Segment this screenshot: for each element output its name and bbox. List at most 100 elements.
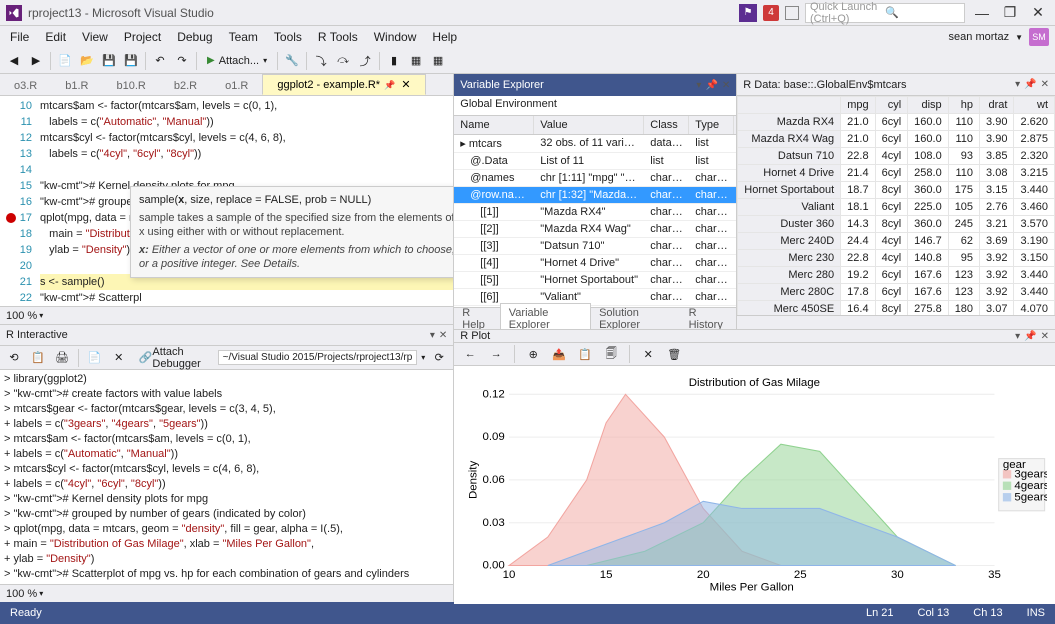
editor-gutter: 101112131415161718192021222324252627 — [0, 96, 40, 306]
quick-launch-input[interactable]: Quick Launch (Ctrl+Q) 🔍 — [805, 3, 965, 23]
editor-tab[interactable]: o3.R — [0, 77, 51, 95]
menu-help[interactable]: Help — [424, 28, 465, 46]
user-name[interactable]: sean mortaz — [949, 31, 1010, 43]
working-dir-combo[interactable]: ~/Visual Studio 2015/Projects/rproject13… — [218, 350, 418, 365]
scope-combo[interactable]: Global Environment — [454, 96, 736, 116]
table-row[interactable]: Hornet 4 Drive21.46cyl258.01103.083.215 — [738, 165, 1055, 182]
notification-flag-icon[interactable]: ⚑ — [739, 4, 757, 22]
nav-back-button[interactable]: ◀ — [4, 50, 24, 72]
editor-tab[interactable]: ggplot2 - example.R*📌✕ — [262, 74, 425, 95]
open-button[interactable]: 📂 — [77, 50, 97, 72]
varexp-row[interactable]: [[1]]"Mazda RX4"charactecharacte — [454, 204, 736, 221]
minimize-button[interactable]: — — [971, 3, 993, 23]
delete-icon[interactable]: ✕ — [638, 343, 658, 365]
editor-tab[interactable]: o1.R — [211, 77, 262, 95]
dropdown-icon[interactable]: ▾ — [696, 80, 701, 91]
tools-icon[interactable]: 🔧 — [282, 50, 302, 72]
reset-icon[interactable]: ⟲ — [4, 347, 24, 369]
step-into-icon[interactable]: ⤵ — [311, 50, 331, 72]
table-row[interactable]: Datsun 71022.84cyl108.0933.852.320 — [738, 148, 1055, 165]
dropdown-icon[interactable]: ▾ — [430, 330, 435, 341]
copy-icon[interactable]: 📋 — [575, 343, 595, 365]
pin-icon[interactable]: 📌 — [1024, 79, 1036, 90]
clear-icon[interactable]: 📋 — [28, 347, 48, 369]
close-icon[interactable]: ✕ — [1041, 79, 1049, 90]
varexp-row[interactable]: [[5]]"Hornet Sportabout"charactecharacte — [454, 272, 736, 289]
close-icon[interactable]: ✕ — [1041, 331, 1049, 342]
menu-team[interactable]: Team — [221, 28, 266, 46]
varexp-row[interactable]: [[4]]"Hornet 4 Drive"charactecharacte — [454, 255, 736, 272]
close-button[interactable]: ✕ — [1027, 3, 1049, 23]
table-row[interactable]: Duster 36014.38cyl360.02453.213.570 — [738, 216, 1055, 233]
table-row[interactable]: Merc 240D24.44cyl146.7623.693.190 — [738, 233, 1055, 250]
menu-edit[interactable]: Edit — [37, 28, 74, 46]
dropdown-icon[interactable]: ▾ — [1015, 331, 1020, 342]
bookmark-icon[interactable]: ▮ — [384, 50, 404, 72]
new-project-button[interactable]: 📄 — [55, 50, 75, 72]
nav-forward-icon[interactable]: → — [486, 343, 506, 365]
table-row[interactable]: Merc 28019.26cyl167.61233.923.440 — [738, 267, 1055, 284]
restore-button[interactable]: ❐ — [999, 3, 1021, 23]
source-icon[interactable]: 📄 — [85, 347, 105, 369]
varexp-row[interactable]: @nameschr [1:11] "mpg" "cyl" "disp"chara… — [454, 170, 736, 187]
svg-text:4gears: 4gears — [1015, 480, 1047, 492]
save-button[interactable]: 💾 — [99, 50, 119, 72]
varexp-row[interactable]: [[3]]"Datsun 710"charactecharacte — [454, 238, 736, 255]
zoom-icon[interactable]: ⊕ — [523, 343, 543, 365]
cancel-icon[interactable]: ✕ — [109, 347, 129, 369]
copy-bitmap-icon[interactable]: 🗐 — [601, 343, 621, 365]
menu-project[interactable]: Project — [116, 28, 169, 46]
editor-tab[interactable]: b2.R — [160, 77, 211, 95]
redo-button[interactable]: ↷ — [172, 50, 192, 72]
varexp-grid[interactable]: ▸ mtcars32 obs. of 11 variablesdata.fral… — [454, 135, 736, 307]
save-all-button[interactable]: 💾 — [121, 50, 141, 72]
pin-icon[interactable]: 📌 — [1024, 331, 1036, 342]
undo-button[interactable]: ↶ — [150, 50, 170, 72]
uncomment-icon[interactable]: ▦ — [428, 50, 448, 72]
attach-button[interactable]: ▶ Attach... ▾ — [201, 55, 273, 67]
export-icon[interactable]: 📤 — [549, 343, 569, 365]
nav-forward-button[interactable]: ▶ — [26, 50, 46, 72]
comment-icon[interactable]: ▦ — [406, 50, 426, 72]
editor-zoom[interactable]: 100 % ▾ — [0, 306, 453, 324]
nav-back-icon[interactable]: ← — [460, 343, 480, 365]
step-over-icon[interactable]: ⤼ — [333, 50, 353, 72]
clear-all-icon[interactable]: 🗑 — [664, 343, 684, 365]
code-editor[interactable]: 101112131415161718192021222324252627 mtc… — [0, 96, 453, 306]
user-avatar[interactable]: SM — [1029, 28, 1049, 46]
step-out-icon[interactable]: ⤴ — [355, 50, 375, 72]
menu-file[interactable]: File — [2, 28, 37, 46]
close-icon[interactable]: ✕ — [722, 80, 730, 91]
menu-r-tools[interactable]: R Tools — [310, 28, 366, 46]
data-grid[interactable]: mpgcyldisphpdratwtMazda RX421.06cyl160.0… — [737, 96, 1055, 315]
menu-view[interactable]: View — [74, 28, 116, 46]
varexp-row[interactable]: [[2]]"Mazda RX4 Wag"charactecharacte — [454, 221, 736, 238]
attach-debugger-button[interactable]: 🔗 Attach Debugger — [133, 347, 214, 369]
menu-window[interactable]: Window — [366, 28, 425, 46]
table-row[interactable]: Mazda RX421.06cyl160.01103.902.620 — [738, 114, 1055, 131]
horizontal-scrollbar[interactable] — [737, 315, 1055, 329]
notification-count[interactable]: 4 — [763, 5, 779, 21]
varexp-row[interactable]: ▸ mtcars32 obs. of 11 variablesdata.fral… — [454, 135, 736, 153]
table-row[interactable]: Merc 450SE16.48cyl275.81803.074.070 — [738, 301, 1055, 316]
close-icon[interactable]: ✕ — [439, 330, 447, 341]
interactive-zoom[interactable]: 100 % ▾ — [0, 584, 453, 602]
table-row[interactable]: Merc 23022.84cyl140.8953.923.150 — [738, 250, 1055, 267]
editor-tab[interactable]: b1.R — [51, 77, 102, 95]
pin-icon[interactable]: 📌 — [705, 80, 717, 91]
interactive-console[interactable]: > library(ggplot2)> "kw-cmt"># create fa… — [0, 370, 453, 584]
svg-text:3gears: 3gears — [1015, 468, 1047, 480]
varexp-row[interactable]: @.DataList of 11listlist — [454, 153, 736, 170]
varexp-row[interactable]: @row.namechr [1:32] "Mazda RX4" "Machara… — [454, 187, 736, 204]
print-icon[interactable]: 🖨 — [52, 347, 72, 369]
feedback-icon[interactable] — [785, 6, 799, 20]
table-row[interactable]: Hornet Sportabout18.78cyl360.01753.153.4… — [738, 182, 1055, 199]
table-row[interactable]: Merc 280C17.86cyl167.61233.923.440 — [738, 284, 1055, 301]
refresh-icon[interactable]: ⟳ — [429, 347, 449, 369]
editor-tab[interactable]: b10.R — [103, 77, 160, 95]
menu-debug[interactable]: Debug — [169, 28, 220, 46]
table-row[interactable]: Mazda RX4 Wag21.06cyl160.01103.902.875 — [738, 131, 1055, 148]
dropdown-icon[interactable]: ▾ — [1015, 79, 1020, 90]
table-row[interactable]: Valiant18.16cyl225.01052.763.460 — [738, 199, 1055, 216]
menu-tools[interactable]: Tools — [266, 28, 310, 46]
